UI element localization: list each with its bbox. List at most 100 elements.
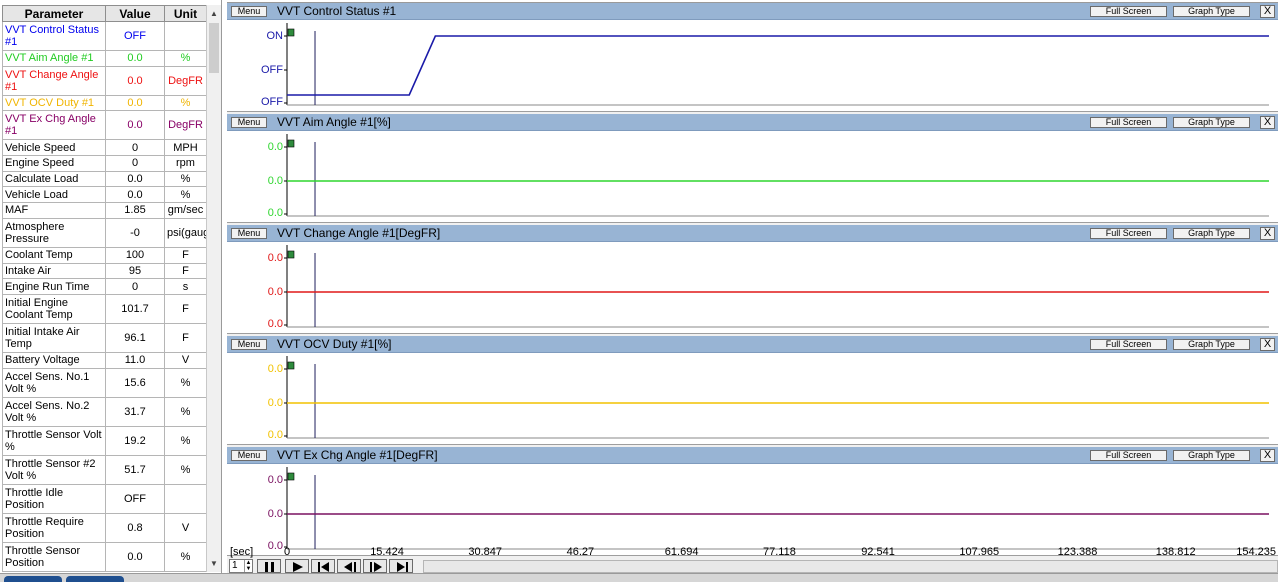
parameter-name-cell: VVT Control Status #1 [2, 21, 106, 51]
close-graph-button[interactable]: X [1260, 5, 1275, 18]
parameter-unit-cell: MPH [164, 139, 207, 157]
table-row[interactable]: Initial Engine Coolant Temp 101.7 F [2, 293, 207, 324]
graph-menu-button[interactable]: Menu [231, 339, 267, 350]
close-graph-button[interactable]: X [1260, 449, 1275, 462]
timeline-scrollbar[interactable] [423, 560, 1278, 573]
cursor-marker-icon [287, 250, 295, 259]
graph-header: Menu VVT Aim Angle #1[%] Full Screen Graph … [227, 114, 1278, 131]
table-row[interactable]: Throttle Sensor Volt % 19.2% [2, 425, 207, 456]
parameter-unit-cell: s [164, 278, 207, 295]
bottom-tab-1[interactable] [4, 576, 62, 582]
graph-panel: Menu VVT Control Status #1 Full Screen Grap… [227, 3, 1278, 112]
table-scrollbar[interactable]: ▲ ▼ [206, 5, 221, 572]
parameter-name-cell: Initial Engine Coolant Temp [2, 293, 106, 324]
table-row[interactable]: Accel Sens. No.2 Volt % 31.7% [2, 396, 207, 427]
column-header-value[interactable]: Value [105, 5, 165, 22]
graph-title: VVT OCV Duty #1[%] [277, 337, 392, 351]
time-axis: [sec] 0 15.424 30.847 46.27 61.694 77.118 92.5… [227, 546, 1278, 559]
skip-start-button[interactable] [311, 559, 335, 573]
table-row[interactable]: Throttle Sensor Position 0.0% [2, 541, 207, 572]
parameter-name-cell: Accel Sens. No.2 Volt % [2, 396, 106, 427]
graph-menu-button[interactable]: Menu [231, 228, 267, 239]
full-screen-button[interactable]: Full Screen [1090, 450, 1167, 461]
graph-canvas [284, 23, 1269, 106]
step-forward-button[interactable] [363, 559, 387, 573]
graph-plot[interactable]: 0.0 0.0 0.0 [227, 132, 1278, 223]
table-row[interactable]: VVT Ex Chg Angle #1 0.0 DegFR [2, 110, 207, 141]
graph-type-button[interactable]: Graph Type [1173, 117, 1250, 128]
table-row[interactable]: VVT Aim Angle #1 0.0% [2, 50, 207, 67]
table-row[interactable]: Throttle Idle Position OFF [2, 483, 207, 514]
graph-type-button[interactable]: Graph Type [1173, 450, 1250, 461]
play-button[interactable] [285, 559, 309, 573]
parameter-unit-cell: F [164, 262, 207, 280]
graph-menu-button[interactable]: Menu [231, 450, 267, 461]
table-row[interactable]: Engine Speed 0 rpm [2, 155, 207, 172]
full-screen-button[interactable]: Full Screen [1090, 117, 1167, 128]
table-row[interactable]: VVT Control Status #1 OFF [2, 21, 207, 51]
graph-type-button[interactable]: Graph Type [1173, 228, 1250, 239]
full-screen-button[interactable]: Full Screen [1090, 228, 1167, 239]
graph-plot[interactable]: 0.0 0.0 0.0 [227, 465, 1278, 556]
scroll-down-icon[interactable]: ▼ [207, 557, 221, 571]
full-screen-button[interactable]: Full Screen [1090, 339, 1167, 350]
parameter-name-cell: Vehicle Load [2, 186, 106, 204]
close-graph-button[interactable]: X [1260, 227, 1275, 240]
parameter-value-cell: 0 [105, 139, 165, 157]
parameter-unit-cell: % [164, 541, 207, 572]
parameter-value-cell: 51.7 [105, 454, 165, 485]
graph-plot[interactable]: 0.0 0.0 0.0 [227, 243, 1278, 334]
graph-title: VVT Ex Chg Angle #1[DegFR] [277, 448, 438, 462]
scrollbar-thumb[interactable] [209, 23, 219, 73]
scroll-up-icon[interactable]: ▲ [207, 7, 221, 21]
parameter-value-cell: 0.0 [105, 541, 165, 572]
parameter-name-cell: VVT Ex Chg Angle #1 [2, 110, 106, 141]
table-row[interactable]: Atmosphere Pressure-0psi(gauge) [2, 217, 207, 248]
graph-menu-button[interactable]: Menu [231, 6, 267, 17]
close-graph-button[interactable]: X [1260, 338, 1275, 351]
column-header-parameter[interactable]: Parameter [2, 5, 106, 22]
graph-type-button[interactable]: Graph Type [1173, 6, 1250, 17]
x-axis-tick-label: 138.812 [1155, 546, 1196, 558]
graph-canvas [284, 134, 1269, 217]
cursor-marker-icon [287, 139, 295, 148]
table-row[interactable]: Accel Sens. No.1 Volt % 15.6% [2, 367, 207, 398]
table-row[interactable]: Vehicle Speed 0 MPH [2, 139, 207, 157]
pause-button[interactable] [257, 559, 281, 573]
graph-menu-button[interactable]: Menu [231, 117, 267, 128]
table-row[interactable]: Vehicle Load 0.0% [2, 186, 207, 204]
graph-type-button[interactable]: Graph Type [1173, 339, 1250, 350]
table-row[interactable]: Intake Air 95 F [2, 262, 207, 280]
table-row[interactable]: Throttle Sensor #2 Volt % 51.7% [2, 454, 207, 485]
table-row[interactable]: Throttle Require Position 0.8 V [2, 512, 207, 543]
table-row[interactable]: Battery Voltage 11.0 V [2, 351, 207, 369]
step-back-button[interactable] [337, 559, 361, 573]
table-row[interactable]: VVT Change Angle #1 0.0 DegFR [2, 65, 207, 96]
parameter-value-cell: 0 [105, 155, 165, 172]
skip-end-button[interactable] [389, 559, 413, 573]
parameter-value-cell: 0.0 [105, 94, 165, 112]
full-screen-button[interactable]: Full Screen [1090, 6, 1167, 17]
cursor-marker-icon [287, 472, 295, 481]
parameter-unit-cell: DegFR [164, 65, 207, 96]
table-row[interactable]: MAF 1.85 gm/sec [2, 202, 207, 219]
column-header-unit[interactable]: Unit [164, 5, 207, 22]
graph-plot[interactable]: ON OFF OFF [227, 21, 1278, 112]
parameter-value-cell: 0.0 [105, 170, 165, 188]
parameter-unit-cell: % [164, 186, 207, 204]
speed-spinner[interactable]: 1 ▲ ▼ [229, 559, 253, 573]
table-row[interactable]: Coolant Temp 100 F [2, 246, 207, 264]
parameter-unit-cell: gm/sec [164, 202, 207, 219]
spinner-arrows-icon[interactable]: ▲ ▼ [244, 560, 252, 572]
table-row[interactable]: VVT OCV Duty #1 0.0% [2, 94, 207, 112]
parameter-value-cell: 0.0 [105, 186, 165, 204]
table-row[interactable]: Calculate Load 0.0% [2, 170, 207, 188]
graph-plot[interactable]: 0.0 0.0 0.0 [227, 354, 1278, 445]
bottom-tab-2[interactable] [66, 576, 124, 582]
close-graph-button[interactable]: X [1260, 116, 1275, 129]
table-row[interactable]: Engine Run Time 0 s [2, 278, 207, 295]
cursor-marker-icon [287, 361, 295, 370]
graph-canvas [284, 356, 1269, 439]
table-row[interactable]: Initial Intake Air Temp 96.1 F [2, 322, 207, 353]
cursor-marker-icon [287, 28, 295, 37]
